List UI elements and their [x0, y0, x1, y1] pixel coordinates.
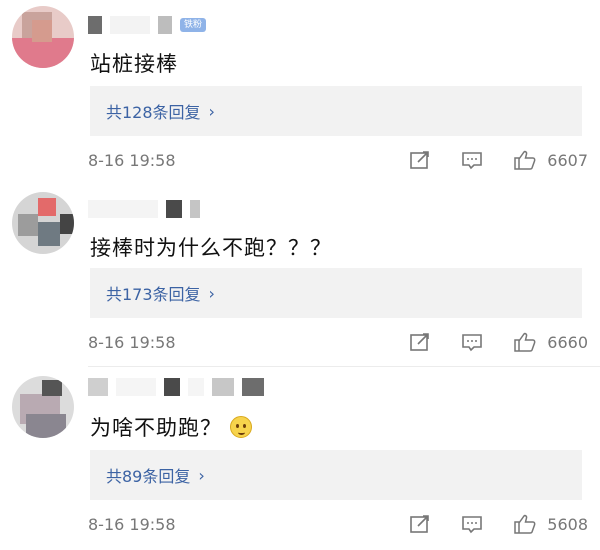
timestamp: 8-16 19:58	[88, 150, 176, 170]
share-icon	[410, 515, 430, 533]
view-replies-button[interactable]: 共89条回复 ›	[90, 450, 582, 500]
comment-text-content: 为啥不助跑？	[90, 416, 222, 440]
comment-meta: 8-16 19:58 5608	[88, 512, 588, 536]
username[interactable]	[88, 198, 200, 220]
comment-text: 站桩接棒	[90, 52, 178, 76]
chevron-right-icon: ›	[208, 283, 215, 303]
share-icon	[410, 151, 430, 169]
comment-actions: 6660	[409, 330, 588, 354]
chevron-right-icon: ›	[208, 101, 215, 121]
comment-meta: 8-16 19:58 6607	[88, 148, 588, 172]
comment-icon	[462, 516, 483, 534]
comment-actions: 6607	[409, 148, 588, 172]
share-button[interactable]	[409, 332, 431, 352]
like-button[interactable]: 6660	[513, 331, 588, 353]
like-count: 6607	[547, 150, 588, 170]
thumbs-up-icon	[514, 514, 536, 534]
comment-text: 接棒时为什么不跑？？？	[90, 236, 332, 260]
fan-badge: 铁粉	[180, 18, 207, 32]
replies-label: 共89条回复	[106, 467, 191, 486]
timestamp: 8-16 19:58	[88, 514, 176, 534]
chevron-right-icon: ›	[198, 465, 205, 485]
share-icon	[410, 333, 430, 351]
thumbs-up-icon	[514, 332, 536, 352]
avatar[interactable]	[12, 6, 74, 68]
replies-label: 共128条回复	[106, 103, 201, 122]
divider	[88, 366, 600, 367]
like-button[interactable]: 5608	[513, 513, 588, 535]
timestamp: 8-16 19:58	[88, 332, 176, 352]
comment-text: 为啥不助跑？	[90, 412, 252, 442]
thumbs-up-icon	[514, 150, 536, 170]
share-button[interactable]	[409, 150, 431, 170]
comment-button[interactable]	[461, 514, 483, 534]
view-replies-button[interactable]: 共128条回复 ›	[90, 86, 582, 136]
like-count: 6660	[547, 332, 588, 352]
comment-icon	[462, 152, 483, 170]
share-button[interactable]	[409, 514, 431, 534]
comment-meta: 8-16 19:58 6660	[88, 330, 588, 354]
comment-button[interactable]	[461, 332, 483, 352]
like-count: 5608	[547, 514, 588, 534]
thinking-face-emoji	[230, 416, 252, 438]
like-button[interactable]: 6607	[513, 149, 588, 171]
username[interactable]	[88, 376, 264, 398]
username[interactable]: 铁粉	[88, 14, 207, 36]
replies-label: 共173条回复	[106, 285, 201, 304]
comment-actions: 5608	[409, 512, 588, 536]
comment-button[interactable]	[461, 150, 483, 170]
avatar[interactable]	[12, 192, 74, 254]
avatar[interactable]	[12, 376, 74, 438]
comment-icon	[462, 334, 483, 352]
view-replies-button[interactable]: 共173条回复 ›	[90, 268, 582, 318]
